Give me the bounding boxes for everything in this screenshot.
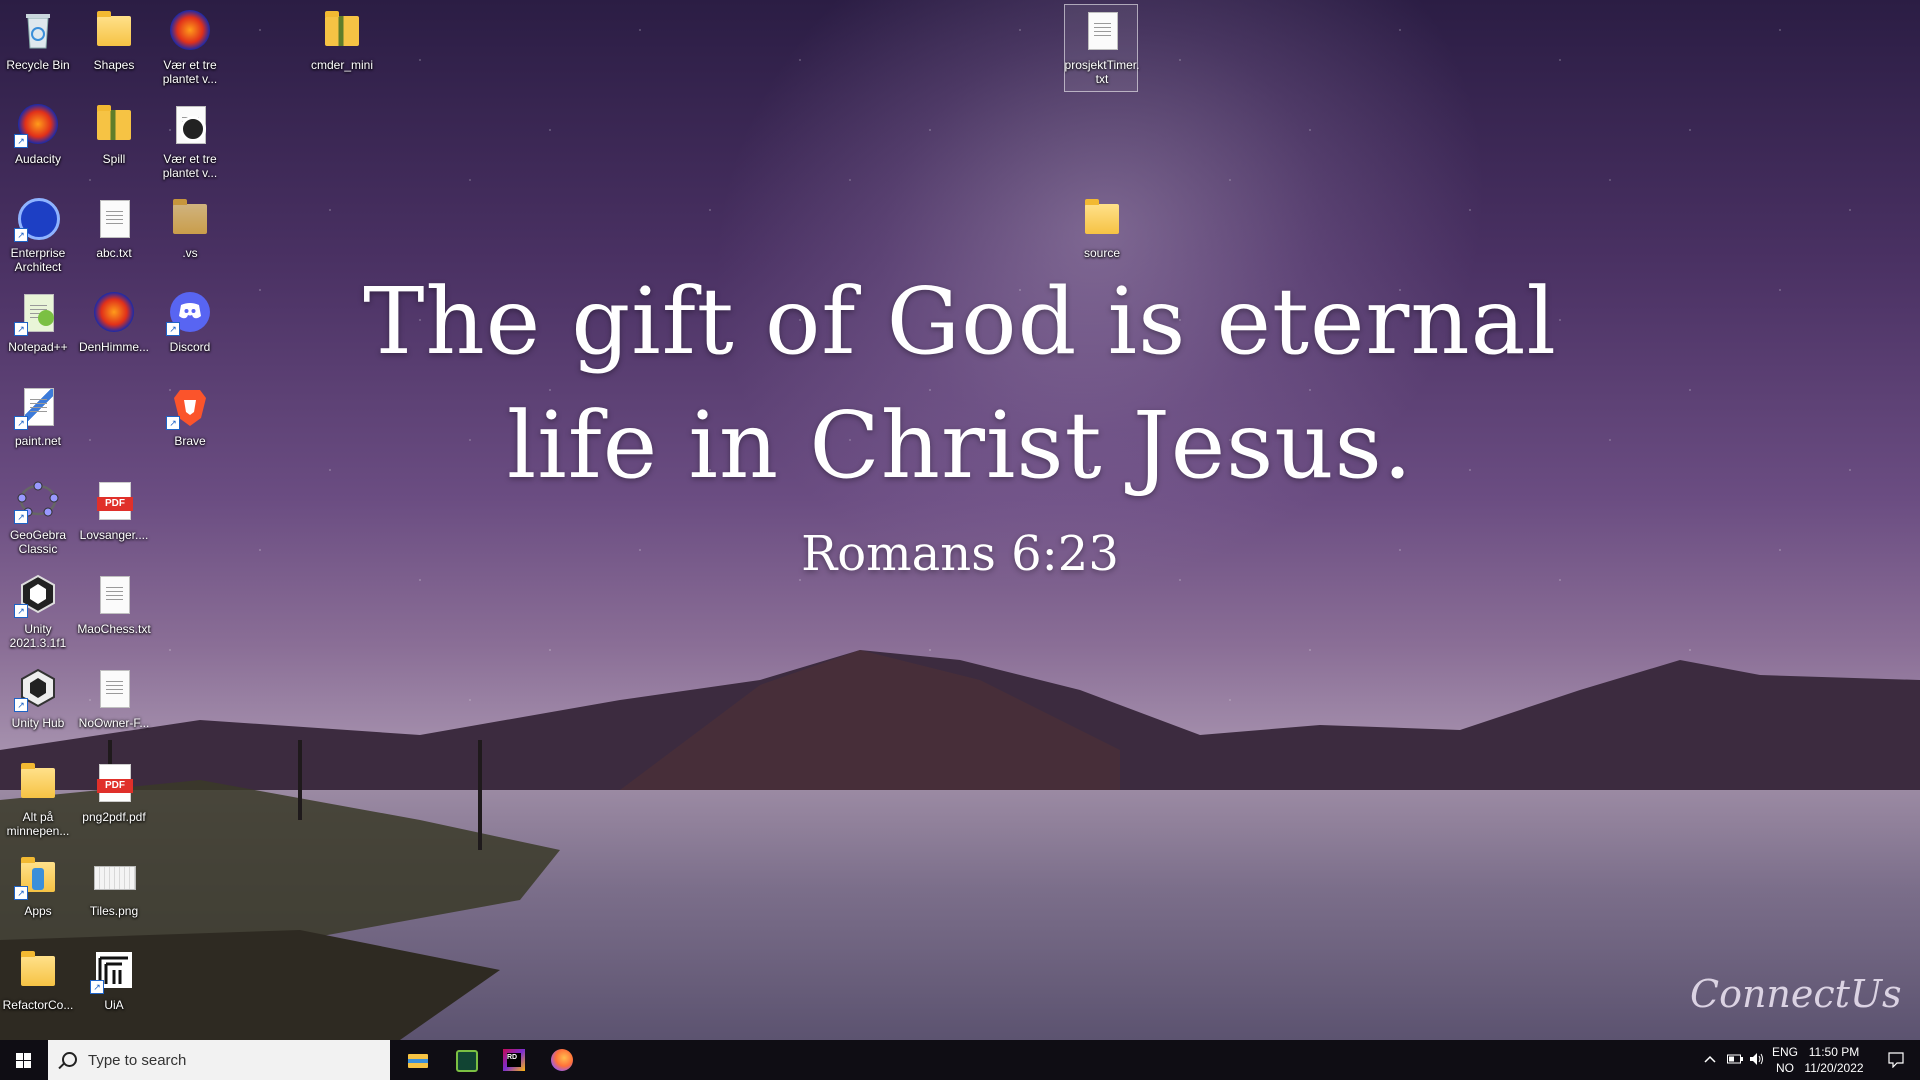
desktop-wallpaper: The gift of God is eternal life in Chris… xyxy=(0,0,1920,1040)
chevron-up-icon xyxy=(1704,1055,1716,1063)
taskbar-firefox[interactable] xyxy=(538,1040,586,1080)
apps-folder-icon: ↗ xyxy=(14,854,60,900)
desktop-icon-alt-pa-minnepen[interactable]: Alt på minnepen... xyxy=(0,760,76,838)
desktop-icon-unity-hub[interactable]: ↗ Unity Hub xyxy=(0,666,76,730)
unity-icon: ↗ xyxy=(14,572,60,618)
desktop-icon-source[interactable]: source xyxy=(1064,196,1140,260)
taskbar-rider[interactable]: RD xyxy=(490,1040,538,1080)
desktop-icon-discord[interactable]: ↗ Discord xyxy=(152,290,228,354)
folder-icon xyxy=(92,8,136,52)
clock-time: 11:50 PM xyxy=(1808,1045,1860,1059)
desktop-icon-lovsanger[interactable]: PDF Lovsanger.... xyxy=(76,478,152,542)
desktop-icon-spill[interactable]: Spill xyxy=(76,102,152,166)
desktop-icon-noowner[interactable]: NoOwner-F... xyxy=(76,666,152,730)
desktop-icon-audacity[interactable]: ↗ Audacity xyxy=(0,102,76,166)
audacity-icon: ↗ xyxy=(14,102,60,148)
desktop-icon-tiles-png[interactable]: Tiles.png xyxy=(76,854,152,918)
enterprise-architect-icon: ↗ xyxy=(14,196,60,242)
audacity-project-icon xyxy=(92,290,136,334)
tray-volume[interactable] xyxy=(1746,1040,1768,1080)
image-file-icon xyxy=(92,854,136,898)
verse-reference: Romans 6:23 xyxy=(801,526,1119,582)
uia-icon: ↗ xyxy=(90,948,136,994)
geogebra-icon: ↗ xyxy=(14,478,60,524)
brave-icon: ↗ xyxy=(166,384,212,430)
ea-taskbar-icon xyxy=(455,1049,478,1072)
desktop-icon-enterprise-architect[interactable]: ↗ Enterprise Architect xyxy=(0,196,76,274)
text-file-icon xyxy=(92,196,136,240)
audacity-project-icon xyxy=(168,8,212,52)
search-icon xyxy=(62,1052,77,1067)
desktop-icon-refactorco[interactable]: RefactorCo... xyxy=(0,948,76,1012)
discord-icon: ↗ xyxy=(166,290,212,336)
desktop-icon-uia[interactable]: ↗ UiA xyxy=(76,948,152,1012)
rider-icon: RD xyxy=(503,1049,525,1071)
zip-folder-icon xyxy=(92,102,136,146)
windows-logo-icon xyxy=(16,1053,31,1068)
taskbar-enterprise-architect[interactable] xyxy=(442,1040,490,1080)
search-placeholder: Type to search xyxy=(88,1052,187,1069)
clock-date: 11/20/2022 xyxy=(1804,1061,1864,1075)
tray-clock[interactable]: 11:50 PM 11/20/2022 xyxy=(1802,1044,1866,1076)
tray-show-hidden-icons[interactable] xyxy=(1696,1040,1724,1080)
text-file-icon xyxy=(92,572,136,616)
folder-icon xyxy=(1080,196,1124,240)
notification-icon xyxy=(1888,1052,1904,1068)
keyboard-layout: NO xyxy=(1776,1061,1794,1075)
wallpaper-signature: ConnectUs xyxy=(1690,972,1902,1016)
desktop-icon-maochess[interactable]: MaoChess.txt xyxy=(76,572,152,636)
desktop-icon-geogebra[interactable]: ↗ GeoGebra Classic xyxy=(0,478,76,556)
recycle-bin-icon xyxy=(16,8,60,52)
desktop-icon-prosjekttimer[interactable]: prosjektTimer.txt xyxy=(1064,4,1140,92)
desktop-icon-shapes[interactable]: Shapes xyxy=(76,8,152,72)
start-button[interactable] xyxy=(0,1040,48,1080)
taskbar: Type to search RD ENG NO 11:50 PM 11/20/… xyxy=(0,1040,1920,1080)
desktop-icon-apps[interactable]: ↗ Apps xyxy=(0,854,76,918)
firefox-icon xyxy=(551,1049,573,1071)
language-code: ENG xyxy=(1771,1045,1798,1059)
taskbar-search-box[interactable]: Type to search xyxy=(48,1040,390,1080)
folder-icon xyxy=(16,948,60,992)
desktop-icon-unity[interactable]: ↗ Unity 2021.3.1f1 xyxy=(0,572,76,650)
desktop-icon-vaer-et-tre-2[interactable]: Vær et tre plantet v... xyxy=(152,102,228,180)
text-file-icon xyxy=(92,666,136,710)
battery-icon xyxy=(1727,1054,1743,1064)
pdf-icon: PDF xyxy=(92,478,136,522)
tray-notifications[interactable] xyxy=(1872,1040,1920,1080)
desktop-icon-brave[interactable]: ↗ Brave xyxy=(152,384,228,448)
zip-folder-icon xyxy=(320,8,364,52)
file-explorer-icon xyxy=(407,1049,429,1071)
speaker-icon xyxy=(1750,1053,1763,1065)
desktop-icon-vs[interactable]: .vs xyxy=(152,196,228,260)
tray-battery[interactable] xyxy=(1724,1040,1746,1080)
folder-icon xyxy=(16,760,60,804)
tray-language[interactable]: ENG NO xyxy=(1770,1044,1800,1076)
desktop-icon-notepad-plus-plus[interactable]: ↗ Notepad++ xyxy=(0,290,76,354)
wallpaper-verse: The gift of God is eternal life in Chris… xyxy=(330,260,1590,582)
desktop-icon-cmder-mini[interactable]: cmder_mini xyxy=(304,8,380,72)
desktop-icon-denhimme[interactable]: DenHimme... xyxy=(76,290,152,354)
desktop-icon-vaer-et-tre-1[interactable]: Vær et tre plantet v... xyxy=(152,8,228,86)
verse-line-1: The gift of God is eternal xyxy=(363,268,1557,375)
unity-hub-icon: ↗ xyxy=(14,666,60,712)
desktop-icon-abc-txt[interactable]: abc.txt xyxy=(76,196,152,260)
verse-line-2: life in Christ Jesus. xyxy=(506,392,1414,499)
paint-net-icon: ↗ xyxy=(14,384,60,430)
audio-file-icon xyxy=(168,102,212,146)
desktop-icon-recycle-bin[interactable]: Recycle Bin xyxy=(0,8,76,72)
desktop-icon-png2pdf[interactable]: PDF png2pdf.pdf xyxy=(76,760,152,824)
pdf-icon: PDF xyxy=(92,760,136,804)
text-file-icon xyxy=(1080,8,1124,52)
folder-icon xyxy=(168,196,212,240)
desktop-icon-paint-net[interactable]: ↗ paint.net xyxy=(0,384,76,448)
taskbar-file-explorer[interactable] xyxy=(394,1040,442,1080)
notepad-plus-plus-icon: ↗ xyxy=(14,290,60,336)
